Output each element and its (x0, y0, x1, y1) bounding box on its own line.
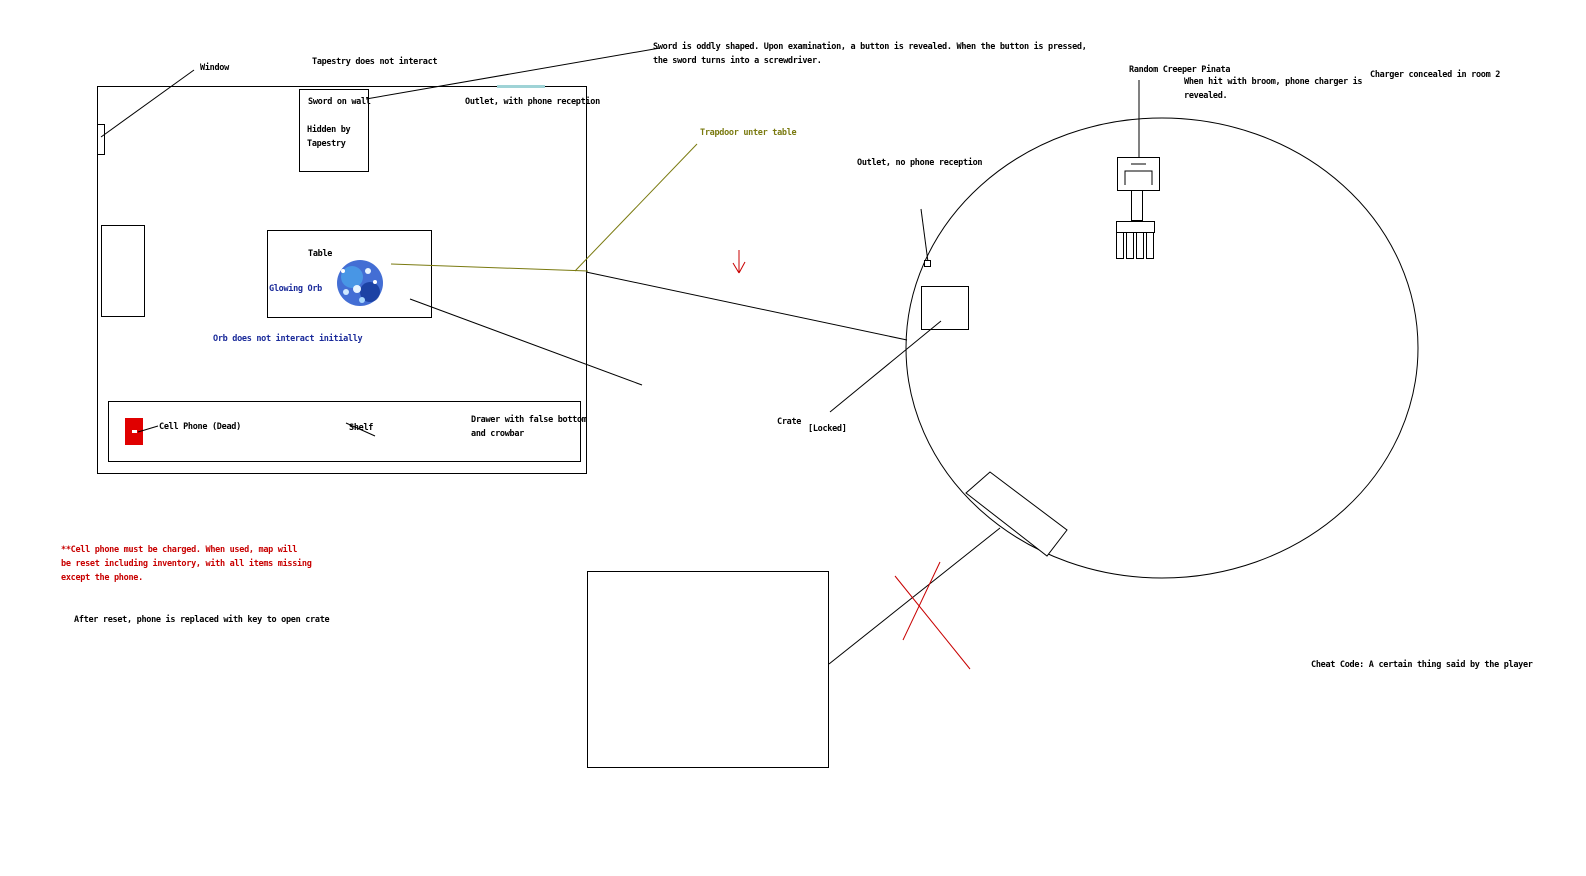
crate-box (921, 286, 969, 330)
crate-label: Crate (777, 417, 802, 427)
table-to-room-2 (585, 271, 908, 341)
table-leader (409, 298, 643, 386)
crate-leader (829, 320, 942, 413)
room-3-outline (587, 571, 829, 768)
shelf-label: Shelf (349, 423, 374, 433)
passage-room-2-to-room-3 (828, 527, 1001, 665)
glowing-orb (337, 260, 383, 306)
window-marker (97, 124, 105, 155)
phone-reset-note: **Cell phone must be charged. When used,… (61, 545, 312, 583)
locked-label: [Locked] (808, 424, 847, 434)
outlet-no-reception-leader (920, 208, 929, 263)
map-canvas: Window Tapestry does not interact Sword … (0, 0, 1586, 876)
creeper-pinata-note: When hit with broom, phone charger is re… (1184, 77, 1363, 101)
cell-phone-screen (132, 430, 137, 433)
left-wall-cabinet (101, 225, 145, 317)
room-2-outline (905, 117, 1419, 579)
outlet-reception-marker (497, 85, 545, 88)
window-leader (100, 69, 195, 138)
sword-note: Sword is oddly shaped. Upon examination,… (653, 42, 1087, 66)
creeper-pinata-icon (1116, 80, 1160, 259)
trapdoor-leader-b (574, 143, 698, 272)
red-cross-a (894, 575, 971, 670)
drawer-label: Drawer with false bottom and crowbar (471, 415, 587, 439)
sword-on-wall-label: Sword on wall (308, 97, 371, 107)
charger-note: Charger concealed in room 2 (1370, 70, 1501, 80)
trapdoor-leader-a (390, 263, 589, 272)
reset-note: After reset, phone is replaced with key … (74, 615, 330, 625)
window-label: Window (200, 63, 229, 73)
tapestry-note: Tapestry does not interact (312, 57, 438, 67)
outlet-reception-label: Outlet, with phone reception (465, 97, 600, 107)
red-arrow-icon (732, 250, 746, 274)
cell-phone-label: Cell Phone (Dead) (159, 422, 241, 432)
trapdoor-label: Trapdoor unter table (700, 128, 797, 138)
outlet-no-reception-marker (924, 260, 931, 267)
outlet-no-reception-label: Outlet, no phone reception (857, 158, 983, 168)
hidden-by-tapestry-label: Hidden by Tapestry (307, 125, 351, 149)
glowing-orb-label: Glowing Orb (269, 284, 322, 294)
table-label: Table (308, 249, 333, 259)
orb-note: Orb does not interact initially (213, 334, 363, 344)
cheat-code-note: Cheat Code: A certain thing said by the … (1311, 660, 1533, 670)
